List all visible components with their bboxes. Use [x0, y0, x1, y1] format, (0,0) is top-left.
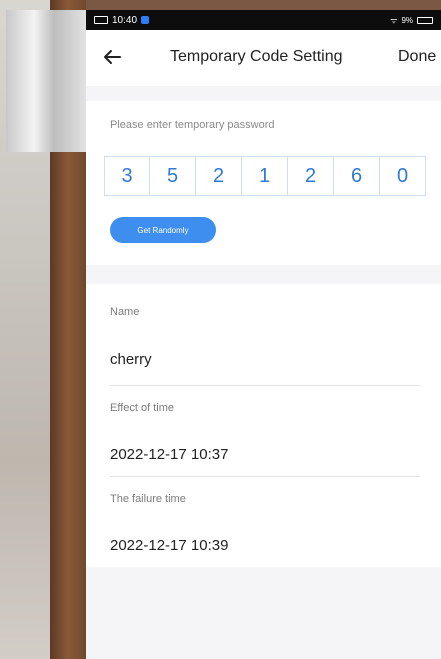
status-time: 10:40 — [112, 14, 138, 26]
done-button[interactable]: Done — [398, 48, 436, 66]
signal-icon — [94, 16, 108, 24]
status-right: ᯤ 9% — [390, 15, 433, 26]
wifi-icon: ᯤ — [390, 15, 398, 25]
divider — [110, 385, 420, 386]
phone-screen: 10:40 ᯤ 9% Temporary Code Setting Done P… — [86, 10, 441, 659]
password-digit-2[interactable]: 5 — [150, 156, 196, 196]
effect-time-label: Effect of time — [110, 402, 174, 414]
name-value[interactable]: cherry — [110, 351, 152, 368]
app-notification-icon — [141, 16, 150, 24]
password-card: Please enter temporary password 3 5 2 1 … — [86, 101, 441, 265]
password-digits[interactable]: 3 5 2 1 2 6 0 — [104, 156, 426, 196]
page-title: Temporary Code Setting — [170, 48, 343, 65]
password-prompt: Please enter temporary password — [110, 119, 275, 131]
nav-bar: Temporary Code Setting Done — [86, 30, 441, 86]
status-left: 10:40 — [94, 14, 150, 26]
failure-time-value[interactable]: 2022-12-17 10:39 — [110, 537, 228, 554]
name-label: Name — [110, 306, 140, 318]
get-randomly-button[interactable]: Get Randomly — [110, 217, 216, 243]
password-digit-4[interactable]: 1 — [242, 156, 288, 196]
password-digit-3[interactable]: 2 — [196, 156, 242, 196]
status-bar: 10:40 ᯤ 9% — [86, 10, 441, 30]
password-digit-1[interactable]: 3 — [104, 156, 150, 196]
password-digit-6[interactable]: 6 — [334, 156, 380, 196]
battery-percent: 9% — [401, 15, 413, 25]
details-card: Name cherry Effect of time 2022-12-17 10… — [86, 284, 441, 567]
password-digit-5[interactable]: 2 — [288, 156, 334, 196]
background-door-handle — [6, 10, 92, 152]
empty-area — [86, 567, 441, 659]
effect-time-value[interactable]: 2022-12-17 10:37 — [110, 446, 228, 463]
back-arrow-icon[interactable] — [100, 45, 124, 69]
battery-icon — [417, 16, 433, 24]
password-digit-7[interactable]: 0 — [380, 156, 426, 196]
failure-time-label: The failure time — [110, 493, 186, 505]
divider — [110, 476, 420, 477]
